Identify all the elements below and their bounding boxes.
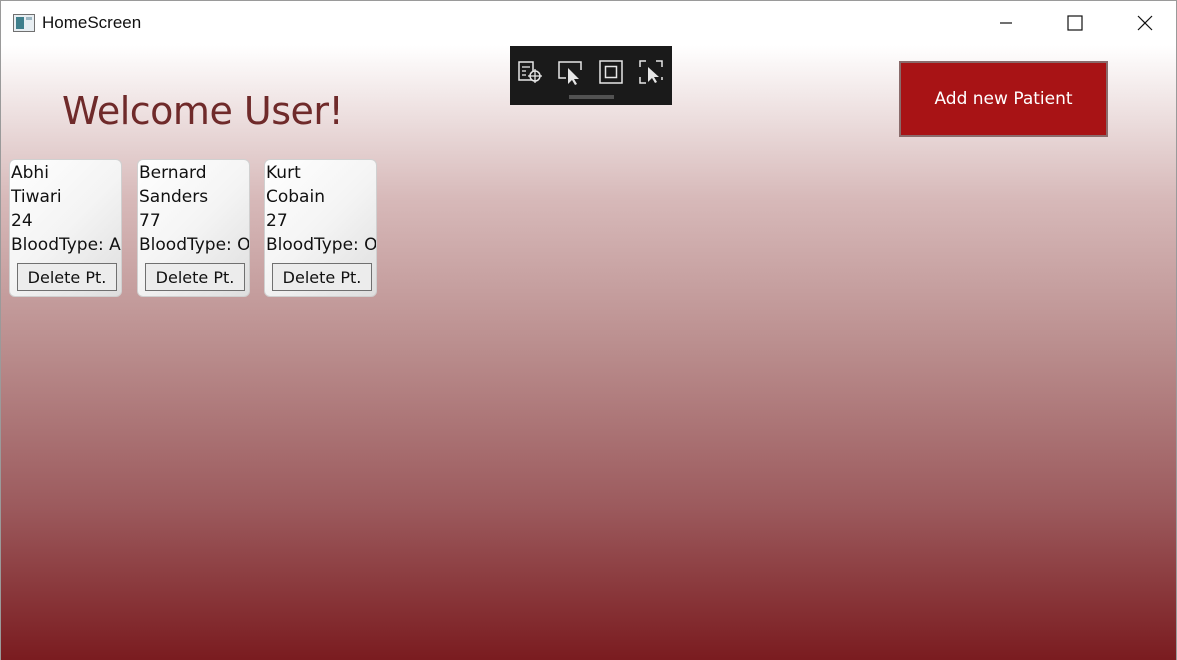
patient-age: 24 [11,211,33,231]
display-layout-adorners-icon[interactable] [597,58,625,86]
welcome-heading: Welcome User! [62,89,344,133]
patient-card: Kurt Cobain 27 BloodType: O- Delete Pt. [264,159,377,297]
patient-last-name: Tiwari [11,187,62,207]
close-icon [1137,15,1153,31]
title-bar[interactable]: HomeScreen [1,1,1176,45]
patient-age: 27 [266,211,288,231]
add-patient-button[interactable]: Add new Patient [899,61,1108,137]
maximize-icon [1067,15,1083,31]
patient-first-name: Kurt [266,163,301,183]
main-content: Welcome User! Add new Patient Abhi Tiwar… [1,45,1176,660]
maximize-button[interactable] [1052,1,1098,45]
patient-last-name: Sanders [139,187,209,207]
window-title: HomeScreen [42,13,142,32]
select-element-icon[interactable] [556,58,584,86]
minimize-icon [1000,22,1012,24]
delete-patient-button[interactable]: Delete Pt. [17,263,117,291]
patient-card: Bernard Sanders 77 BloodType: O+ Delete … [137,159,250,297]
close-button[interactable] [1122,1,1168,45]
xaml-debug-toolbar [510,46,672,105]
patient-last-name: Cobain [266,187,325,207]
patient-first-name: Bernard [139,163,207,183]
patient-blood-type: BloodType: O- [266,235,377,255]
patient-age: 77 [139,211,161,231]
patient-card: Abhi Tiwari 24 BloodType: A+ Delete Pt. [9,159,122,297]
patient-blood-type: BloodType: O+ [139,235,250,255]
patient-blood-type: BloodType: A+ [11,235,121,255]
minimize-button[interactable] [983,1,1029,45]
live-visual-tree-icon[interactable] [516,58,544,86]
track-focused-element-icon[interactable] [637,58,665,86]
delete-patient-button[interactable]: Delete Pt. [145,263,245,291]
delete-patient-button[interactable]: Delete Pt. [272,263,372,291]
app-icon [13,14,35,32]
app-window: HomeScreen Welcome User! Add new Patient… [0,0,1177,660]
patient-first-name: Abhi [11,163,49,183]
toolbar-drag-handle[interactable] [569,95,614,99]
